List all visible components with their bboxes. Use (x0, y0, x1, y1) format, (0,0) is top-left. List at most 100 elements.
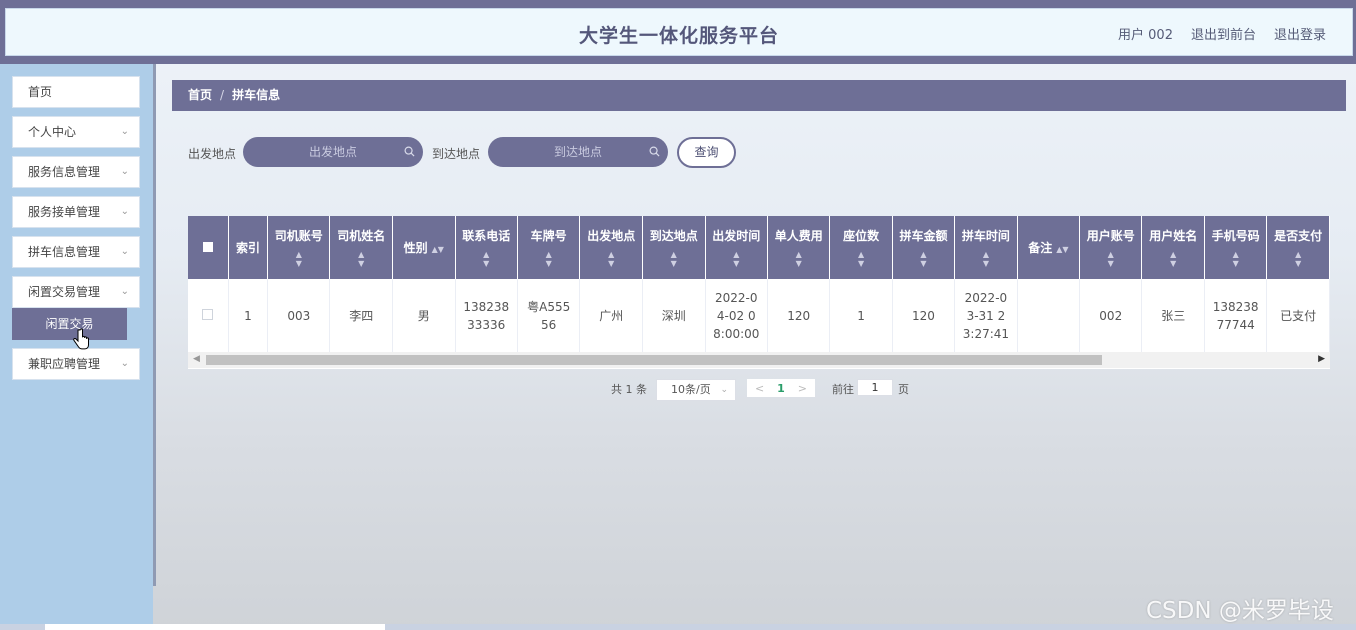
table-cell: 男 (392, 279, 456, 354)
row-select-cell[interactable] (188, 279, 229, 354)
column-header-label: 手机号码 (1211, 229, 1260, 243)
goto-label: 前往 (832, 383, 854, 396)
sidebar-item-idle-trade[interactable]: 闲置交易管理 ⌄ (12, 276, 140, 308)
to-label: 到达地点 (432, 147, 481, 161)
table-cell: 003 (267, 279, 331, 354)
column-header[interactable]: 拼车金额 ▲ ▼ (892, 216, 956, 279)
breadcrumb-separator: / (220, 88, 225, 102)
sort-icon[interactable]: ▲▼ (1269, 250, 1327, 268)
column-header[interactable]: 座位数 ▲ ▼ (829, 216, 893, 279)
chevron-down-icon: ⌄ (120, 286, 129, 297)
row-checkbox[interactable] (202, 308, 214, 320)
column-header-label: 性别 (403, 241, 428, 255)
to-input[interactable] (503, 138, 653, 166)
sidebar-item-personal-center[interactable]: 个人中心 ⌄ (12, 116, 140, 148)
chevron-down-icon: ⌄ (120, 126, 129, 137)
page-number[interactable]: 1 (777, 382, 785, 395)
table-cell (1017, 279, 1081, 354)
watermark: CSDN @米罗毕设 (1146, 598, 1334, 624)
sort-icon[interactable]: ▲▼ (582, 250, 640, 268)
sort-icon[interactable]: ▲▼ (520, 250, 578, 268)
scroll-right-icon[interactable]: ▶ (1318, 354, 1325, 364)
table-row: 1 003 李四 男 13823833336 粤A55556 广州 深圳 202… (188, 279, 1330, 354)
scroll-left-icon[interactable]: ◀ (193, 354, 200, 364)
column-header-label: 座位数 (843, 229, 880, 243)
sort-icon[interactable]: ▲▼ (1082, 250, 1139, 268)
table-cell: 1 (228, 279, 269, 354)
column-header-label: 司机账号 (274, 229, 323, 243)
query-button[interactable]: 查询 (677, 137, 736, 168)
sidebar-subitem-idle-trade[interactable]: 闲置交易 (12, 308, 127, 340)
sidebar-item-home[interactable]: 首页 (12, 76, 140, 108)
sidebar-item-label: 拼车信息管理 (28, 245, 101, 259)
column-header: 索引 (228, 216, 269, 279)
sort-icon[interactable]: ▲▼ (957, 250, 1015, 268)
sort-icon[interactable]: ▲▼ (1207, 250, 1264, 268)
sort-icon[interactable]: ▲▼ (332, 250, 390, 268)
select-all-checkbox[interactable] (202, 241, 213, 252)
prev-page-icon[interactable]: < (755, 382, 764, 395)
select-all-header[interactable] (188, 216, 229, 279)
sidebar-item-carpool[interactable]: 拼车信息管理 ⌄ (12, 236, 140, 268)
carpool-table: 索引 司机账号 ▲ ▼ 司机姓名 ▲ ▼ 性别 ▲▼ 联系电话 ▲ ▼ 车牌号 ▲ ▼ 出发地点 ▲… (188, 216, 1330, 369)
scrollbar-thumb[interactable] (206, 355, 1102, 365)
column-header[interactable]: 用户姓名 ▲ ▼ (1141, 216, 1205, 279)
column-header[interactable]: 到达地点 ▲ ▼ (642, 216, 706, 279)
sort-icon[interactable]: ▲▼ (770, 250, 827, 268)
column-header[interactable]: 拼车时间 ▲ ▼ (954, 216, 1018, 279)
table-cell: 已支付 (1266, 279, 1330, 354)
column-header[interactable]: 司机姓名 ▲ ▼ (329, 216, 394, 279)
next-page-icon[interactable]: > (798, 382, 807, 395)
page-size-select[interactable]: 10条/页 ⌄ (656, 379, 736, 401)
header: 大学生一体化服务平台 用户 002 退出到前台 退出登录 (5, 8, 1353, 56)
column-header[interactable]: 车牌号 ▲ ▼ (517, 216, 581, 279)
header-links: 用户 002 退出到前台 退出登录 (1118, 24, 1326, 43)
breadcrumb-current: 拼车信息 (232, 88, 281, 102)
logout-link[interactable]: 退出登录 (1274, 24, 1326, 43)
column-header[interactable]: 出发地点 ▲ ▼ (579, 216, 643, 279)
from-search-field[interactable] (243, 137, 423, 167)
goto-page-input[interactable]: 1 (857, 379, 893, 396)
breadcrumb-home[interactable]: 首页 (188, 88, 212, 102)
table-cell: 13823833336 (455, 279, 518, 354)
sidebar-item-service-info[interactable]: 服务信息管理 ⌄ (12, 156, 140, 188)
sort-icon[interactable]: ▲▼ (432, 245, 444, 254)
breadcrumb: 首页 / 拼车信息 (172, 80, 1346, 111)
sort-icon[interactable]: ▲▼ (895, 250, 952, 268)
column-header[interactable]: 是否支付 ▲ ▼ (1266, 216, 1330, 279)
column-header-label: 用户姓名 (1149, 229, 1198, 243)
sort-icon[interactable]: ▲▼ (270, 250, 327, 268)
search-icon (404, 146, 415, 157)
horizontal-scrollbar[interactable]: ◀ ▶ (188, 352, 1330, 368)
sort-icon[interactable]: ▲▼ (708, 250, 766, 268)
column-header[interactable]: 用户账号 ▲ ▼ (1079, 216, 1143, 279)
sidebar-item-part-time[interactable]: 兼职应聘管理 ⌄ (12, 348, 140, 380)
sidebar-item-label: 兼职应聘管理 (28, 357, 101, 371)
column-header[interactable]: 联系电话 ▲ ▼ (455, 216, 518, 279)
sidebar-item-service-orders[interactable]: 服务接单管理 ⌄ (12, 196, 140, 228)
column-header[interactable]: 性别 ▲▼ (392, 216, 456, 279)
exit-front-link[interactable]: 退出到前台 (1191, 24, 1256, 43)
column-header[interactable]: 单人费用 ▲ ▼ (767, 216, 831, 279)
table-cell: 2022-03-31 23:27:41 (954, 279, 1018, 354)
hand-cursor-icon (73, 328, 89, 350)
column-header[interactable]: 备注 ▲▼ (1017, 216, 1081, 279)
pagination-total: 共 1 条 (611, 383, 647, 396)
column-header[interactable]: 司机账号 ▲ ▼ (267, 216, 331, 279)
sort-icon[interactable]: ▲▼ (645, 250, 703, 268)
column-header[interactable]: 手机号码 ▲ ▼ (1204, 216, 1268, 279)
user-label[interactable]: 用户 002 (1118, 24, 1173, 43)
to-search-field[interactable] (488, 137, 668, 167)
sort-icon[interactable]: ▲▼ (832, 250, 889, 268)
column-header-label: 司机姓名 (337, 229, 386, 243)
table-cell: 李四 (329, 279, 394, 354)
sort-icon[interactable]: ▲▼ (458, 250, 515, 268)
sort-icon[interactable]: ▲▼ (1056, 245, 1068, 254)
sort-icon[interactable]: ▲▼ (1144, 250, 1202, 268)
sidebar-divider (153, 64, 156, 586)
page-size-value: 10条/页 (671, 383, 711, 396)
column-header[interactable]: 出发时间 ▲ ▼ (705, 216, 769, 279)
page-unit-label: 页 (898, 383, 909, 396)
from-input[interactable] (258, 138, 408, 166)
table-cell: 粤A55556 (517, 279, 581, 354)
